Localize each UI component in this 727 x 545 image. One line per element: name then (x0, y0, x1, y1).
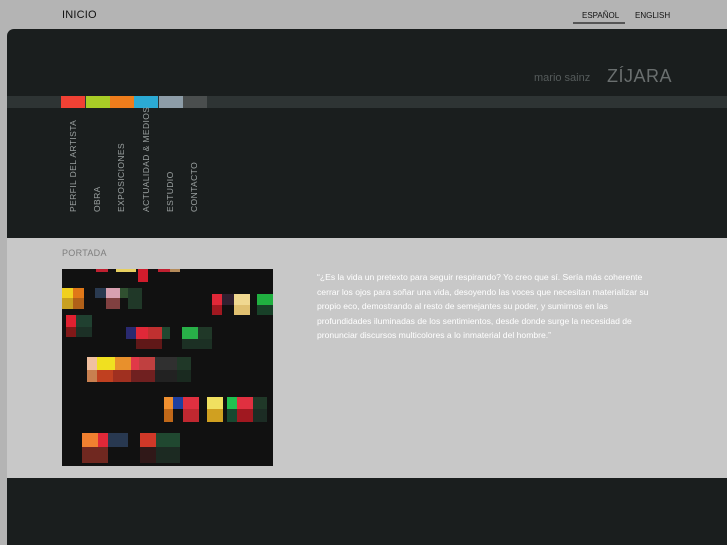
nav-actualidad-medios[interactable]: ACTUALIDAD & MEDIOS (141, 107, 153, 224)
lang-english-link[interactable]: ENGLISH (635, 11, 670, 20)
artist-quote: “¿Es la vida un pretexto para seguir res… (317, 272, 649, 340)
brand-first-name: mario sainz (534, 72, 591, 84)
nav-exposiciones[interactable]: EXPOSICIONES (116, 114, 128, 224)
brand-last-name[interactable]: ZÍJARA (607, 66, 672, 87)
color-swatch-dark (183, 96, 207, 108)
color-swatch-green (86, 96, 110, 108)
nav-label: EXPOSICIONES (116, 142, 126, 212)
home-link[interactable]: INICIO (62, 9, 97, 21)
nav-label: ACTUALIDAD & MEDIOS (141, 106, 151, 212)
color-swatch-gray (159, 96, 183, 108)
color-swatch-red (61, 96, 85, 108)
nav-label: OBRA (92, 186, 102, 212)
nav-label: ESTUDIO (165, 171, 175, 212)
section-title: PORTADA (62, 248, 107, 258)
color-swatch-orange (110, 96, 134, 108)
active-language-indicator (573, 22, 625, 24)
featured-artwork-image (62, 269, 273, 466)
nav-contacto[interactable]: CONTACTO (189, 114, 201, 224)
top-bar: INICIO ESPAÑOL ENGLISH (0, 0, 727, 29)
lang-spanish-link[interactable]: ESPAÑOL (582, 11, 619, 20)
nav-estudio[interactable]: ESTUDIO (165, 114, 177, 224)
nav-perfil-artista[interactable]: PERFIL DEL ARTISTA (68, 114, 80, 224)
nav-label: PERFIL DEL ARTISTA (68, 119, 78, 212)
nav-obra[interactable]: OBRA (92, 114, 104, 224)
site-header (7, 29, 727, 238)
site-footer (7, 478, 727, 545)
nav-label: CONTACTO (189, 161, 199, 212)
